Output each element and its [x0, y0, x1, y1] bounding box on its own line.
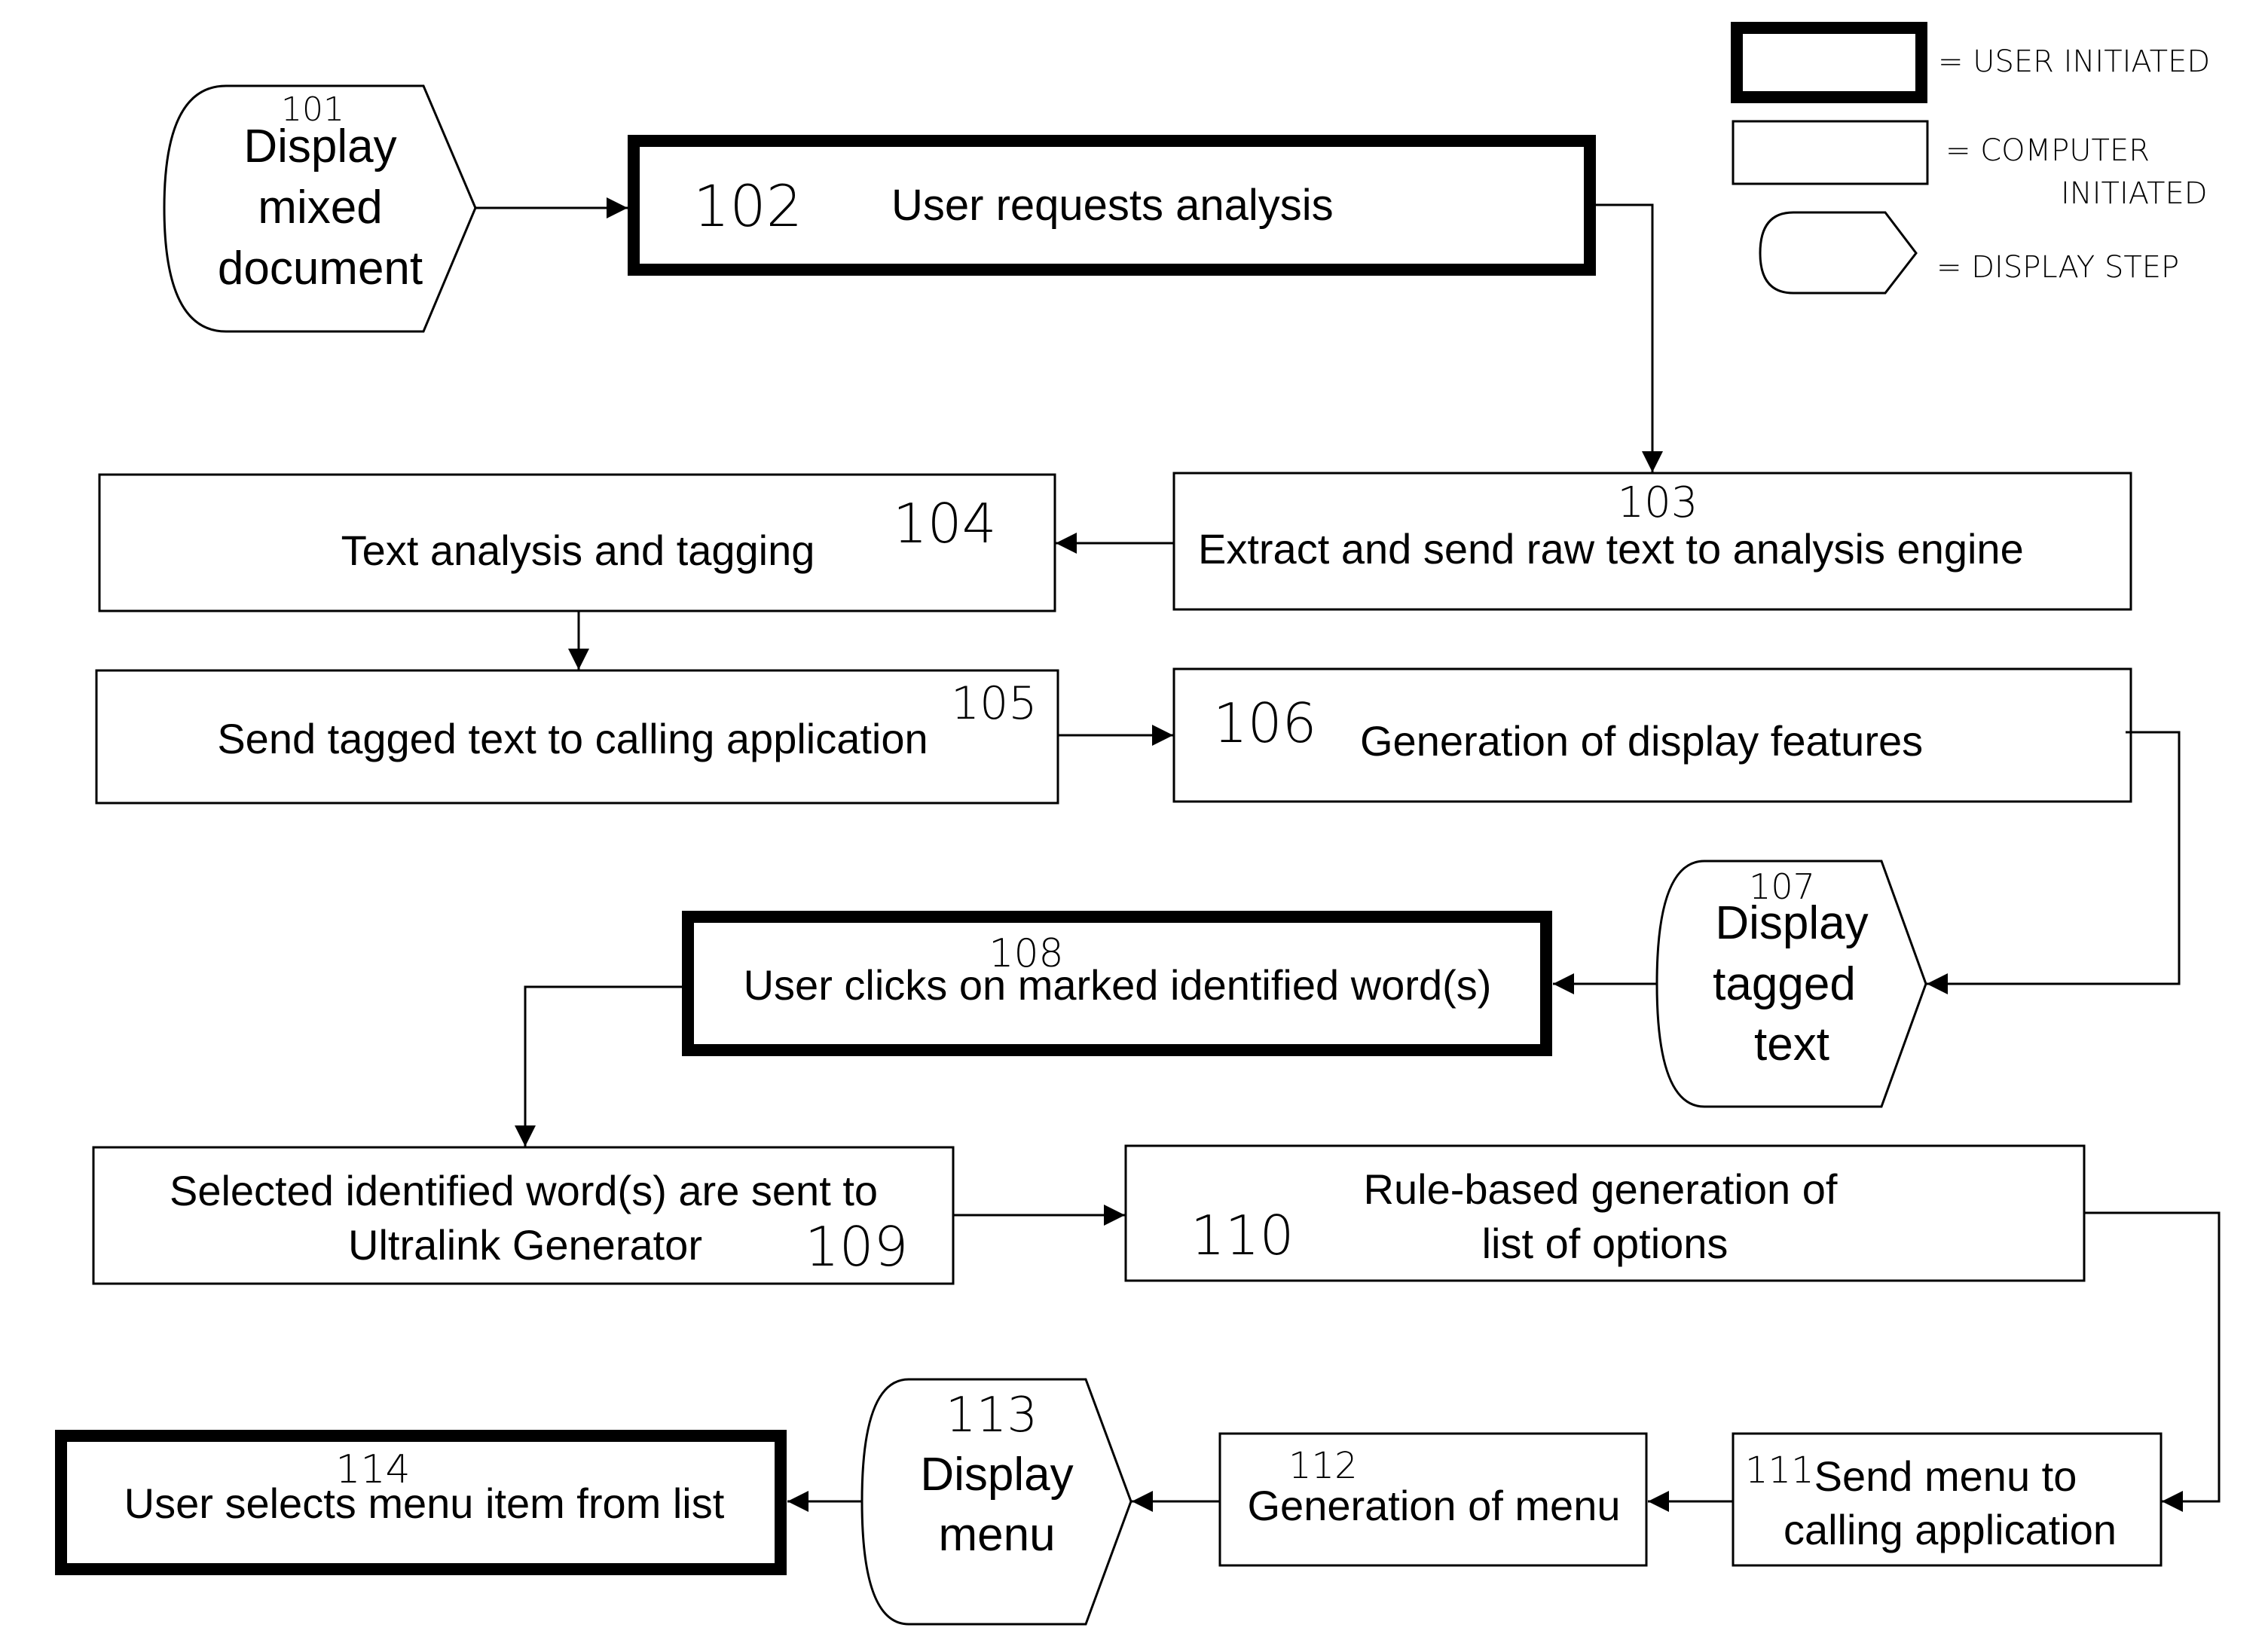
step-label-line-2: calling application [1784, 1506, 2117, 1553]
legend-display-step-label: = DISPLAY STEP [1936, 250, 2179, 285]
step-number: 111 [1745, 1449, 1814, 1492]
step-label-line-2: Ultralink Generator [348, 1221, 702, 1269]
legend-display-step-swatch [1759, 211, 1918, 295]
step-number: 102 [693, 173, 802, 240]
step-number: 113 [946, 1388, 1038, 1443]
step-number: 112 [1288, 1445, 1358, 1487]
step-label-line-1: Display [1715, 897, 1868, 949]
legend-computer-initiated-label: = COMPUTER [1946, 133, 2150, 168]
legend-computer-initiated-swatch [1732, 120, 1929, 185]
step-106-generation-of-display-features: 106 Generation of display features [1172, 667, 2132, 803]
step-number: 105 [951, 677, 1038, 730]
step-label-line-2: tagged [1713, 958, 1856, 1010]
legend-user-initiated-swatch [1731, 22, 1927, 103]
step-label-line-2: menu [938, 1509, 1055, 1561]
step-number: 104 [893, 492, 996, 555]
step-label-line-1: Display [920, 1449, 1073, 1501]
step-label-line-2: mixed [258, 182, 382, 234]
step-101-display-mixed-document: 101 Display mixed document [163, 84, 477, 333]
step-105-send-tagged-text: Send tagged text to calling application … [95, 669, 1059, 805]
step-113-display-menu: 113 Display menu [860, 1378, 1132, 1626]
legend-user-initiated-label: = USER INITIATED [1938, 44, 2210, 79]
step-label: Generation of menu [1248, 1482, 1621, 1529]
step-label: Extract and send raw text to analysis en… [1198, 525, 2024, 573]
step-label-line-3: document [218, 243, 423, 295]
step-label: Send tagged text to calling application [217, 715, 928, 762]
step-label-line-1: Send menu to [1814, 1452, 2077, 1500]
step-label-line-1: Selected identified word(s) are sent to [170, 1167, 878, 1214]
step-label-line-3: text [1754, 1018, 1829, 1070]
step-110-rule-based-generation: 110 Rule-based generation of list of opt… [1124, 1144, 2086, 1282]
arrow-108-to-109 [515, 985, 682, 1147]
step-104-text-analysis-and-tagging: Text analysis and tagging 104 [98, 473, 1056, 612]
step-number: 106 [1213, 692, 1316, 755]
step-102-user-requests-analysis: 102 User requests analysis [628, 135, 1596, 276]
legend: = USER INITIATED = COMPUTER INITIATED = … [1731, 22, 2210, 295]
step-114-user-selects-menu-item: 114 User selects menu item from list [55, 1430, 787, 1575]
step-number: 110 [1191, 1204, 1294, 1267]
connectors [476, 197, 2221, 1512]
step-label: User requests analysis [891, 181, 1334, 230]
step-109-words-sent-to-ultralink-generator: Selected identified word(s) are sent to … [92, 1146, 955, 1285]
step-number: 103 [1618, 478, 1698, 527]
flowchart: = USER INITIATED = COMPUTER INITIATED = … [55, 22, 2221, 1626]
step-label-line-2: list of options [1482, 1220, 1729, 1267]
step-label-line-1: Rule-based generation of [1364, 1165, 1838, 1213]
step-107-display-tagged-text: 107 Display tagged text [1655, 860, 1927, 1108]
step-label: User clicks on marked identified word(s) [744, 961, 1492, 1009]
arrow-102-to-103 [1596, 203, 1663, 472]
step-label: User selects menu item from list [124, 1480, 725, 1527]
legend-computer-initiated-label-2: INITIATED [2061, 176, 2208, 211]
step-108-user-clicks-marked-word: 108 User clicks on marked identified wor… [682, 911, 1552, 1056]
step-label: Text analysis and tagging [341, 527, 815, 574]
step-label-line-1: Display [243, 121, 396, 173]
step-label: Generation of display features [1360, 717, 1923, 765]
step-number: 109 [805, 1215, 908, 1278]
step-111-send-menu-to-calling-app: 111 Send menu to calling application [1732, 1432, 2163, 1567]
step-112-generation-of-menu: 112 Generation of menu [1218, 1432, 1648, 1567]
step-103-extract-and-send-raw-text: 103 Extract and send raw text to analysi… [1172, 472, 2132, 611]
